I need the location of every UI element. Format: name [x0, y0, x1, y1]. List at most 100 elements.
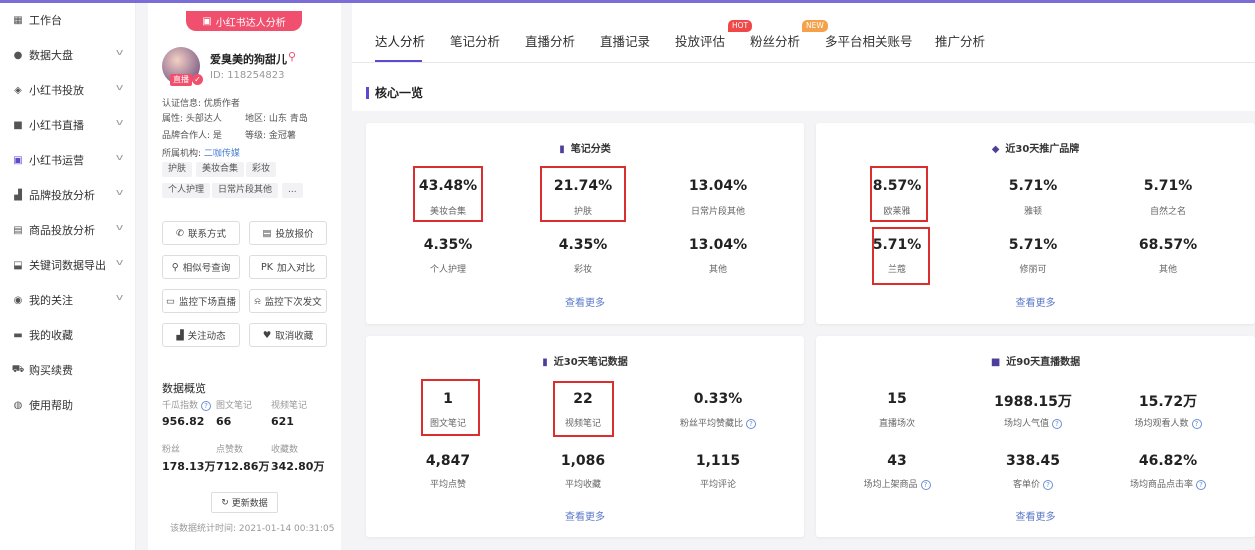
metric-value: 43 [887, 453, 907, 469]
card-title: ▮ 近30天笔记数据 [542, 357, 628, 368]
unfavorite-button[interactable]: ♥ 取消收藏 [249, 323, 327, 347]
pin-icon[interactable]: ⚲ [288, 50, 296, 63]
monitor-live-button[interactable]: ▭ 监控下场直播 [162, 289, 240, 313]
hot-badge: HOT [728, 20, 753, 32]
shield-icon: ◈ [14, 84, 22, 96]
tab-multi-platform[interactable]: 多平台相关账号 [825, 31, 913, 50]
sidebar-item-xhs-ops[interactable]: ▣ 小红书运营 v [0, 145, 136, 175]
chevron-down-icon: v [115, 83, 124, 93]
chevron-down-icon: v [115, 258, 124, 268]
metric-label: 平均点赞 [429, 480, 466, 490]
tab-promotion-analysis[interactable]: 推广分析 [935, 31, 985, 50]
tab-ad-evaluation[interactable]: 投放评估 [675, 31, 725, 50]
sidebar-item-label: 小红书投放 [29, 84, 84, 97]
chat-icon: ▣ [13, 154, 23, 166]
section-title: 核心一览 [366, 87, 423, 99]
metric-value: 13.04% [688, 237, 748, 253]
tab-fan-analysis[interactable]: 粉丝分析 [750, 31, 800, 50]
similar-search-button[interactable]: ⚲ 相似号查询 [162, 255, 240, 279]
overview-value: 342.80万 [271, 460, 325, 473]
help-icon[interactable]: ? [1043, 479, 1053, 490]
tab-live-records[interactable]: 直播记录 [600, 31, 650, 50]
contact-button[interactable]: ✆ 联系方式 [162, 221, 240, 245]
tab-note-analysis[interactable]: 笔记分析 [450, 31, 500, 50]
metric-value: 1988.15万 [994, 394, 1072, 410]
sidebar-item-workbench[interactable]: ▦ 工作台 [0, 5, 136, 35]
sidebar-item-label: 我的关注 [29, 294, 73, 307]
diamond-icon: ◆ [991, 144, 1000, 155]
highlight-box [553, 381, 614, 437]
overview-value: 66 [216, 415, 232, 428]
highlight-box [421, 379, 480, 436]
highlight-box [413, 166, 483, 222]
sidebar-item-my-favorites[interactable]: ▬ 我的收藏 [0, 320, 136, 350]
overview-title: 数据概览 [162, 382, 206, 395]
tab-live-analysis[interactable]: 直播分析 [525, 31, 575, 50]
tag: 护肤 [162, 162, 193, 177]
help-icon[interactable]: ? [1196, 479, 1206, 490]
sidebar-item-product-analysis[interactable]: ▤ 商品投放分析 v [0, 215, 136, 245]
sidebar-item-label: 使用帮助 [29, 399, 73, 412]
button-label: 取消收藏 [275, 331, 314, 342]
view-more-link[interactable]: 查看更多 [366, 294, 804, 309]
sidebar-item-xhs-ads[interactable]: ◈ 小红书投放 v [0, 75, 136, 105]
view-more-link[interactable]: 查看更多 [366, 508, 804, 523]
help-icon[interactable]: ? [201, 400, 212, 411]
sidebar-item-my-follows[interactable]: ◉ 我的关注 v [0, 285, 136, 315]
highlight-box [870, 166, 928, 222]
note-icon: ▮ [542, 357, 548, 368]
pk-icon: PK [261, 261, 273, 273]
metric-label: 场均上架商品? [837, 477, 957, 490]
metric-value: 4,847 [425, 453, 471, 469]
analysis-pill: ▣ 小红书达人分析 [186, 11, 302, 31]
profile-id: ID: 118254823 [210, 70, 285, 81]
new-badge: NEW [802, 20, 828, 32]
bag-icon: ▤ [13, 224, 23, 236]
follow-updates-button[interactable]: ▟ 关注动态 [162, 323, 240, 347]
button-label: 加入对比 [276, 263, 315, 274]
org-label: 所属机构: [162, 149, 202, 159]
search-icon: ⚲ [171, 261, 179, 273]
card-promoted-brands: ◆ 近30天推广品牌 8.57% 欧莱雅 5.71% 雅顿 5.71% 自然之名 … [816, 123, 1255, 324]
metric-value: 1,086 [560, 453, 606, 469]
button-label: 投放报价 [275, 229, 314, 240]
more-tags[interactable]: ... [282, 183, 303, 198]
box-icon: ▬ [13, 329, 23, 341]
tv-icon: ▭ [166, 295, 175, 307]
view-more-link[interactable]: 查看更多 [816, 294, 1255, 309]
help-icon[interactable]: ? [1191, 418, 1202, 429]
help-icon[interactable]: ? [746, 418, 756, 429]
metric-label: 平均收藏 [564, 480, 601, 490]
refresh-icon: ↻ [221, 497, 229, 508]
quote-button[interactable]: ▤ 投放报价 [249, 221, 327, 245]
monitor-post-button[interactable]: ⍾ 监控下次发文 [249, 289, 327, 313]
sidebar-item-help[interactable]: ◍ 使用帮助 [0, 390, 136, 420]
sidebar-item-purchase[interactable]: ⛟ 购买续费 [0, 355, 136, 385]
metric-value: 338.45 [1005, 453, 1061, 469]
overview-value: 621 [271, 415, 294, 428]
sidebar-item-data-dashboard[interactable]: ● 数据大盘 v [0, 40, 136, 70]
export-icon: ⬓ [13, 259, 23, 271]
card-title: ◆ 近30天推广品牌 [991, 144, 1080, 155]
sidebar-item-label: 工作台 [29, 14, 62, 27]
video-icon: ■ [13, 119, 23, 131]
refresh-button[interactable]: ↻ 更新数据 [211, 492, 278, 513]
help-icon[interactable]: ? [920, 479, 931, 490]
sidebar-item-xhs-live[interactable]: ■ 小红书直播 v [0, 110, 136, 140]
sidebar-item-keyword-export[interactable]: ⬓ 关键词数据导出 v [0, 250, 136, 280]
sidebar: ▦ 工作台 ● 数据大盘 v ◈ 小红书投放 v ■ 小红书直播 v ▣ 小红书运营 v ▟ 品牌投… [0, 3, 136, 550]
quote-icon: ▤ [262, 227, 272, 239]
tab-influencer-analysis[interactable]: 达人分析 [375, 31, 425, 50]
overview-label: 视频笔记 [271, 401, 308, 411]
card-note-category: ▮ 笔记分类 43.48% 美妆合集 21.74% 护肤 13.04% 日常片段其… [366, 123, 804, 324]
camera-icon: ■ [990, 357, 1001, 368]
org-link[interactable]: 二咖传媒 [204, 149, 240, 159]
overview-label: 点赞数 [216, 445, 244, 455]
sidebar-item-brand-analysis[interactable]: ▟ 品牌投放分析 v [0, 180, 136, 210]
card-note-data: ▮ 近30天笔记数据 1 图文笔记 22 视频笔记 0.33% 粉丝平均赞藏比? … [366, 336, 804, 537]
help-icon[interactable]: ? [1052, 418, 1062, 429]
add-compare-button[interactable]: PK 加入对比 [249, 255, 327, 279]
tag: 个人护理 [162, 183, 211, 198]
profile-card: ▣ 小红书达人分析 直播 ✓ 爱臭美的狗甜儿 ⚲ ID: 118254823 认证… [148, 3, 341, 550]
view-more-link[interactable]: 查看更多 [816, 508, 1255, 523]
